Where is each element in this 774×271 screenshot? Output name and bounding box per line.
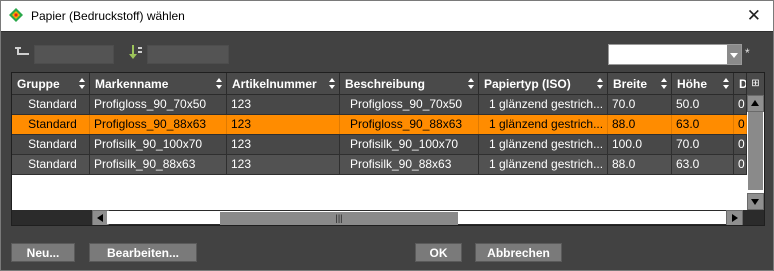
table-cell: 88.0 [608, 155, 672, 174]
tree-filter-icon [15, 47, 29, 55]
table-cell: Profigloss_90_70x50 [90, 95, 227, 114]
column-header[interactable]: D [734, 73, 747, 95]
sort-icon [723, 78, 730, 90]
table-cell: 63.0 [672, 155, 734, 174]
table-cell: Standard [12, 155, 90, 174]
column-header-label: Markenname [95, 77, 169, 91]
table-cell: 88.0 [608, 115, 672, 134]
window-title: Papier (Bedruckstoff) wählen [31, 9, 185, 23]
table-cell: 100.0 [608, 135, 672, 154]
table-cell: 1 glänzend gestrich... [479, 95, 608, 114]
column-header[interactable]: Artikelnummer [227, 73, 340, 95]
edit-button[interactable]: Bearbeiten... [89, 243, 197, 262]
table-cell: 123 [227, 95, 340, 114]
column-header[interactable]: Breite [608, 73, 672, 95]
column-header-label: Gruppe [17, 77, 60, 91]
sort-icon [661, 78, 668, 90]
column-header-label: Beschreibung [345, 77, 426, 91]
table-cell: 123 [227, 135, 340, 154]
sort-icon [216, 78, 223, 90]
filter-input-article[interactable] [147, 45, 229, 64]
horizontal-scroll-track[interactable]: ||| [107, 211, 727, 225]
app-logo-icon [9, 8, 23, 22]
sort-icon [468, 78, 475, 90]
column-header-label: Höhe [677, 77, 707, 91]
vertical-scroll-thumb[interactable] [748, 112, 763, 190]
horizontal-scrollbar[interactable]: ||| [12, 210, 764, 225]
dialog-window: Papier (Bedruckstoff) wählen ✕ * Gruppe M… [0, 0, 774, 271]
dialog-content: * Gruppe Markenname Artikelnummer Beschreib… [1, 32, 773, 270]
close-icon[interactable]: ✕ [747, 6, 761, 26]
table-cell: Profisilk_90_88x63 [90, 155, 227, 174]
table-cell: 1 glänzend gestrich... [479, 155, 608, 174]
sort-icon [329, 78, 336, 90]
column-header[interactable]: Beschreibung [340, 73, 479, 95]
table-cell: 70.0 [608, 95, 672, 114]
title-bar: Papier (Bedruckstoff) wählen ✕ [1, 1, 773, 31]
cancel-button[interactable]: Abbrechen [475, 243, 562, 262]
column-chooser-icon[interactable]: ⊞ [747, 73, 764, 95]
table-cell: 0 [734, 115, 747, 134]
filter-input-group[interactable] [34, 45, 114, 64]
scroll-up-icon[interactable] [747, 95, 764, 112]
paper-table: Gruppe Markenname Artikelnummer Beschreibun… [11, 72, 765, 226]
table-cell: 70.0 [672, 135, 734, 154]
column-header[interactable]: Markenname [90, 73, 227, 95]
filter-combobox[interactable] [608, 44, 742, 65]
sort-filter-icon [129, 45, 142, 59]
table-cell: 0 [734, 135, 747, 154]
column-header-label: D [739, 77, 747, 91]
column-header-label: Papiertyp (ISO) [484, 77, 571, 91]
table-cell: Profigloss_90_88x63 [340, 115, 479, 134]
table-cell: Profisilk_90_100x70 [340, 135, 479, 154]
table-cell: 123 [227, 155, 340, 174]
table-row[interactable]: Standard Profigloss_90_88x63 123 Profigloss… [12, 115, 747, 135]
table-cell: Standard [12, 135, 90, 154]
table-cell: Standard [12, 95, 90, 114]
vertical-scrollbar[interactable] [747, 95, 764, 210]
table-cell: 123 [227, 115, 340, 134]
scroll-right-icon[interactable] [726, 210, 743, 225]
table-cell: Standard [12, 115, 90, 134]
column-header-label: Breite [613, 77, 648, 91]
table-row[interactable]: Standard Profisilk_90_100x70 123 Profisilk_… [12, 135, 747, 155]
sort-icon [597, 78, 604, 90]
table-cell: 1 glänzend gestrich... [479, 135, 608, 154]
chevron-down-icon[interactable] [727, 45, 741, 64]
column-header[interactable]: Gruppe [12, 73, 90, 95]
table-cell: Profisilk_90_100x70 [90, 135, 227, 154]
ok-button[interactable]: OK [415, 243, 462, 262]
new-button[interactable]: Neu... [11, 243, 75, 262]
table-cell: 50.0 [672, 95, 734, 114]
table-row[interactable]: Standard Profisilk_90_88x63 123 Profisilk_9… [12, 155, 747, 175]
scroll-down-icon[interactable] [747, 193, 764, 210]
column-header[interactable]: Höhe [672, 73, 734, 95]
table-cell: Profigloss_90_70x50 [340, 95, 479, 114]
sort-icon [79, 78, 86, 90]
column-header-label: Artikelnummer [232, 77, 317, 91]
table-cell: Profisilk_90_88x63 [340, 155, 479, 174]
table-cell: 1 glänzend gestrich... [479, 115, 608, 134]
table-row[interactable]: Standard Profigloss_90_70x50 123 Profigloss… [12, 95, 747, 115]
table-cell: 0 [734, 155, 747, 174]
column-header[interactable]: Papiertyp (ISO) [479, 73, 608, 95]
table-cell: Profigloss_90_88x63 [90, 115, 227, 134]
table-cell: 0 [734, 95, 747, 114]
table-cell: 63.0 [672, 115, 734, 134]
horizontal-scroll-thumb[interactable]: ||| [220, 212, 458, 225]
required-marker: * [745, 46, 750, 60]
